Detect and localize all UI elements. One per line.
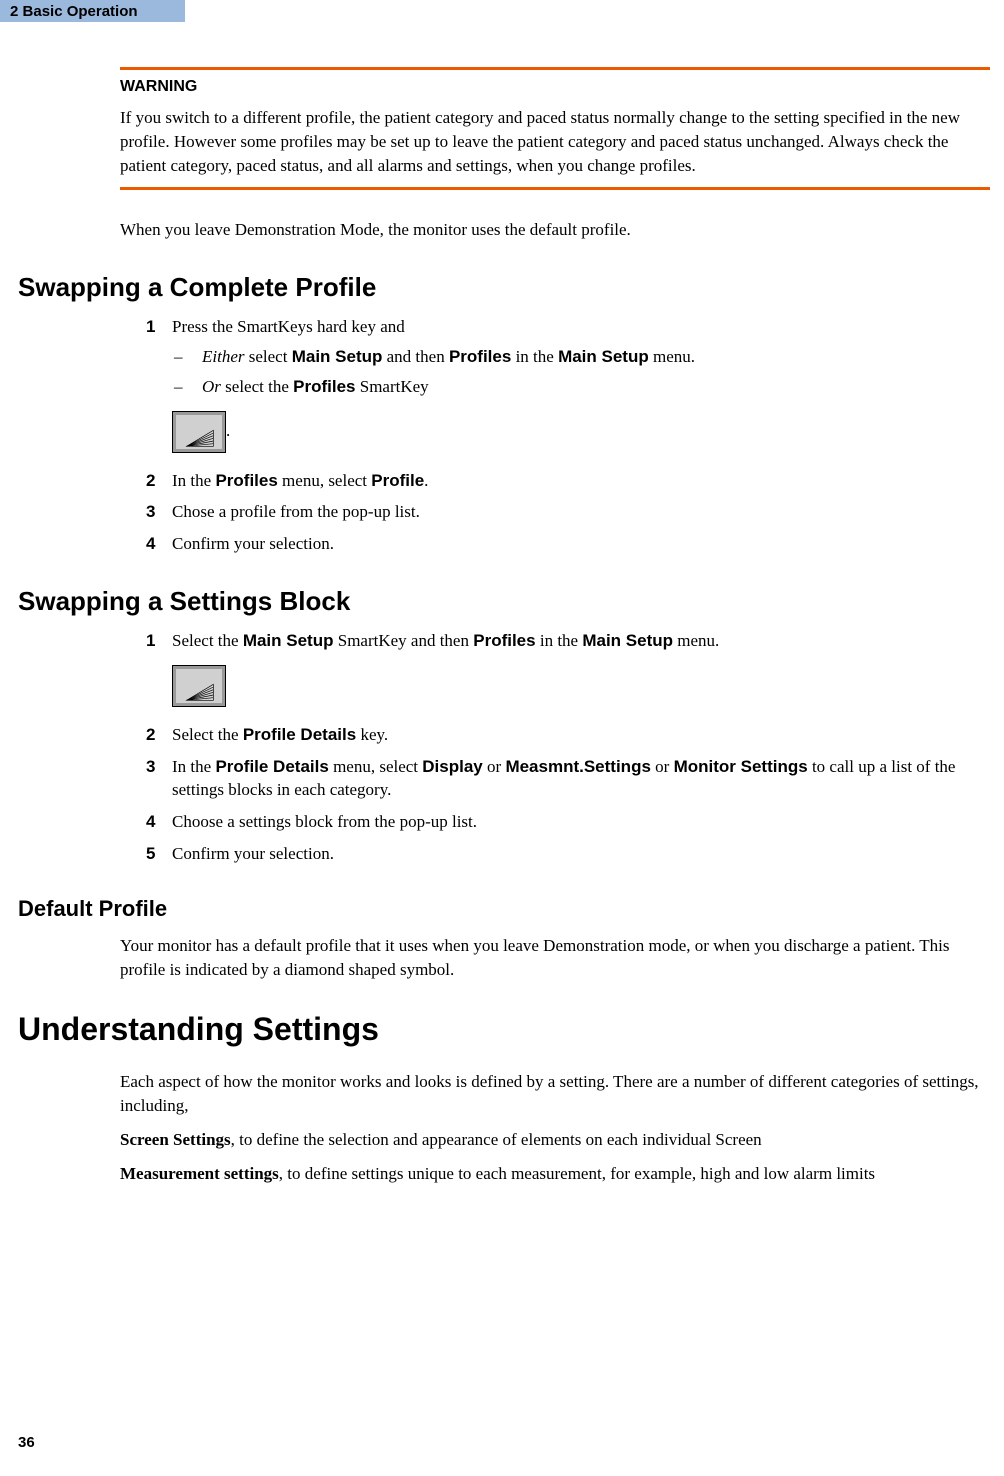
default-profile-text: Your monitor has a default profile that … [120,934,990,982]
step-number: 4 [146,532,172,556]
step-number: 1 [146,315,172,460]
ui-label: Main Setup [558,347,649,366]
swap-block-steps: 1 Select the Main Setup SmartKey and the… [146,629,990,866]
step-number: 3 [146,500,172,524]
step-number: 2 [146,723,172,747]
ui-label: Profiles [293,377,355,396]
either-label: Either [202,347,245,366]
step-number: 4 [146,810,172,834]
list-item: 1 Press the SmartKeys hard key and – Eit… [146,315,990,460]
warning-rule-top [120,67,990,70]
profiles-icon-graphic [176,425,222,449]
ui-label: Profile [371,471,424,490]
screen-settings-label: Screen Settings [120,1130,231,1149]
ui-label: Main Setup [292,347,383,366]
screen-settings-text: , to define the selection and appearance… [231,1130,762,1149]
step-number: 5 [146,842,172,866]
ui-label: Display [422,757,482,776]
list-item: 3 In the Profile Details menu, select Di… [146,755,990,803]
list-item: 1 Select the Main Setup SmartKey and the… [146,629,990,715]
ui-label: Main Setup [243,631,334,650]
step-number: 2 [146,469,172,493]
ui-label: Profiles [449,347,511,366]
warning-rule-bottom [120,187,990,190]
measurement-settings-text: , to define settings unique to each meas… [279,1164,875,1183]
step-text: Choose a settings block from the pop-up … [172,810,990,834]
step-text: Chose a profile from the pop-up list. [172,500,990,524]
chapter-title: Basic Operation [23,3,138,20]
step-text: Confirm your selection. [172,532,990,556]
step-number: 3 [146,755,172,803]
list-item: 3 Chose a profile from the pop-up list. [146,500,990,524]
step-text: Press the SmartKeys hard key and [172,315,990,339]
list-item: 2 In the Profiles menu, select Profile. [146,469,990,493]
dash-bullet: – [172,345,202,369]
main-setup-icon-graphic [176,679,222,703]
ui-label: Profiles [215,471,277,490]
ui-label: Main Setup [582,631,673,650]
chapter-header: 2 Basic Operation [0,0,185,22]
demo-mode-text: When you leave Demonstration Mode, the m… [120,218,990,242]
ui-label: Profile Details [215,757,328,776]
ui-label: Monitor Settings [674,757,808,776]
dash-bullet: – [172,375,202,399]
understanding-intro: Each aspect of how the monitor works and… [120,1070,990,1118]
ui-label: Profiles [473,631,535,650]
list-item: 4 Confirm your selection. [146,532,990,556]
list-item: 5 Confirm your selection. [146,842,990,866]
default-profile-heading: Default Profile [18,896,986,922]
period: . [226,420,230,439]
swap-complete-steps: 1 Press the SmartKeys hard key and – Eit… [146,315,990,556]
list-item: 2 Select the Profile Details key. [146,723,990,747]
understanding-settings-heading: Understanding Settings [18,1011,986,1048]
page-number: 36 [18,1434,35,1451]
step-text: Confirm your selection. [172,842,990,866]
warning-label: WARNING [120,78,990,96]
warning-text: If you switch to a different profile, th… [120,106,990,177]
measurement-settings-label: Measurement settings [120,1164,279,1183]
profiles-smartkey-icon [172,411,226,453]
warning-block: WARNING If you switch to a different pro… [120,67,990,190]
sub-item: – Either select Main Setup and then Prof… [172,345,990,369]
or-label: Or [202,377,221,396]
ui-label: Profile Details [243,725,356,744]
main-setup-smartkey-icon [172,665,226,707]
sub-item: – Or select the Profiles SmartKey [172,375,990,399]
list-item: 4 Choose a settings block from the pop-u… [146,810,990,834]
swap-complete-profile-heading: Swapping a Complete Profile [18,272,986,303]
ui-label: Measmnt.Settings [505,757,650,776]
step-number: 1 [146,629,172,715]
chapter-number: 2 [10,3,18,20]
swap-settings-block-heading: Swapping a Settings Block [18,586,986,617]
